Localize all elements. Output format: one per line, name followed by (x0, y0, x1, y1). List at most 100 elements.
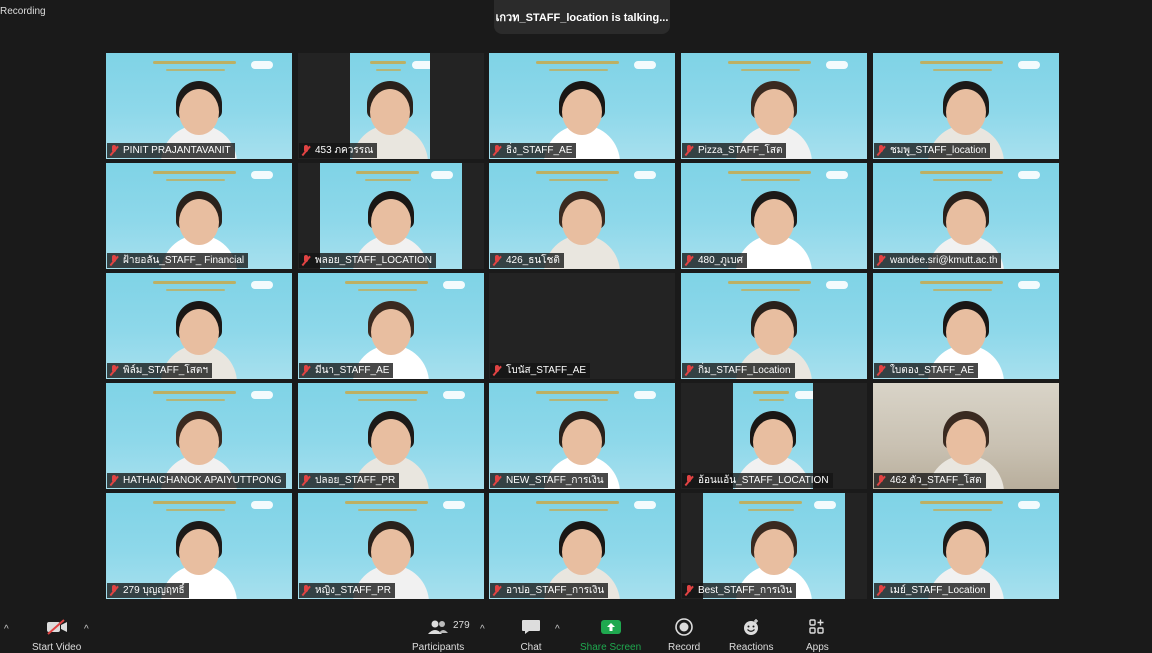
record-icon (673, 618, 695, 636)
banner-text-graphic (727, 171, 812, 174)
person-face (754, 529, 794, 575)
participant-name: 462 ตัว_STAFF_โสต (890, 475, 982, 486)
participant-name: กิ่ม_STAFF_Location (698, 365, 791, 376)
participant-tile[interactable]: พลอย_STAFF_LOCATION (298, 163, 484, 269)
banner-text-graphic (548, 399, 609, 401)
participant-tile[interactable]: PINIT PRAJANTAVANIT (106, 53, 292, 159)
participant-name-label: ฝ้ายอลัน_STAFF_ Financial (107, 253, 249, 268)
banner-text-graphic (152, 501, 237, 504)
participant-name: Best_STAFF_การเงิน (698, 585, 793, 596)
banner-text-graphic (165, 289, 226, 291)
banner-text-graphic (165, 399, 226, 401)
person-face (179, 199, 219, 245)
mic-muted-icon (684, 475, 694, 486)
participant-name: HATHAICHANOK APAIYUTTPONG (123, 475, 282, 486)
participant-tile[interactable]: ฝ้ายอลัน_STAFF_ Financial (106, 163, 292, 269)
banner-text-graphic (344, 501, 429, 504)
participant-tile[interactable]: 453 ภควรรณ (298, 53, 484, 159)
participant-tile[interactable]: 480_ภูเบศ (681, 163, 867, 269)
banner-text-graphic (740, 179, 801, 181)
banner-text-graphic (748, 509, 794, 511)
banner-logo-graphic (826, 281, 849, 289)
banner-logo-graphic (634, 501, 657, 509)
participant-tile[interactable]: ชมพู_STAFF_location (873, 53, 1059, 159)
banner-text-graphic (740, 69, 801, 71)
mic-muted-icon (301, 145, 311, 156)
banner-text-graphic (932, 509, 993, 511)
participant-name: พลอย_STAFF_LOCATION (315, 255, 433, 266)
mic-muted-icon (301, 475, 311, 486)
participant-tile[interactable]: พิล์ม_STAFF_โสตฯ (106, 273, 292, 379)
banner-logo-graphic (251, 391, 274, 399)
participant-tile[interactable]: มีนา_STAFF_AE (298, 273, 484, 379)
banner-logo-graphic (443, 501, 466, 509)
person-face (371, 529, 411, 575)
participant-name: 480_ภูเบศ (698, 255, 743, 266)
participant-name-label: 279 บุญญฤทธิ์ (107, 583, 189, 598)
participant-tile[interactable]: หญิง_STAFF_PR (298, 493, 484, 599)
banner-text-graphic (740, 289, 801, 291)
banner-text-graphic (727, 61, 812, 64)
mic-muted-icon (109, 255, 119, 266)
person-face (562, 529, 602, 575)
participant-tile[interactable]: อ้อนแอ้น_STAFF_LOCATION (681, 383, 867, 489)
banner-logo-graphic (443, 391, 466, 399)
participant-tile[interactable]: 279 บุญญฤทธิ์ (106, 493, 292, 599)
person-face (179, 419, 219, 465)
person-face (371, 309, 411, 355)
participant-name-label: ชมพู_STAFF_location (874, 143, 991, 158)
active-speaker-banner: เกวท_STAFF_location is talking... (494, 0, 670, 34)
mic-muted-icon (492, 475, 502, 486)
banner-text-graphic (165, 509, 226, 511)
participant-name: หญิง_STAFF_PR (315, 585, 391, 596)
participant-tile[interactable]: Best_STAFF_การเงิน (681, 493, 867, 599)
mic-muted-icon (109, 475, 119, 486)
participants-chevron-up-icon[interactable]: ^ (480, 624, 485, 635)
participant-tile[interactable]: HATHAICHANOK APAIYUTTPONG (106, 383, 292, 489)
banner-text-graphic (548, 509, 609, 511)
banner-text-graphic (919, 61, 1004, 64)
participant-name: ชมพู_STAFF_location (890, 145, 987, 156)
participant-tile[interactable]: NEW_STAFF_การเงิน (489, 383, 675, 489)
banner-logo-graphic (634, 61, 657, 69)
participant-name: 426_ธนโชติ (506, 255, 560, 266)
banner-text-graphic (165, 69, 226, 71)
participant-tile[interactable]: wandee.sri@kmutt.ac.th (873, 163, 1059, 269)
participant-tile[interactable]: Pizza_STAFF_โสต (681, 53, 867, 159)
person-face (562, 419, 602, 465)
participant-tile[interactable]: กิ่ม_STAFF_Location (681, 273, 867, 379)
participants-icon (427, 618, 449, 636)
participant-tile[interactable]: 462 ตัว_STAFF_โสต (873, 383, 1059, 489)
participant-name-label: พิล์ม_STAFF_โสตฯ (107, 363, 212, 378)
participant-tile[interactable]: 426_ธนโชติ (489, 163, 675, 269)
participant-name: โบนัส_STAFF_AE (506, 365, 587, 376)
participant-tile[interactable]: ใบตอง_STAFF_AE (873, 273, 1059, 379)
person-face (370, 89, 410, 135)
banner-text-graphic (535, 501, 620, 504)
video-options-chevron-up-icon[interactable]: ^ (84, 624, 89, 635)
participant-tile[interactable]: อาปอ_STAFF_การเงิน (489, 493, 675, 599)
banner-text-graphic (365, 179, 411, 181)
banner-text-graphic (919, 171, 1004, 174)
mic-muted-icon (876, 585, 886, 596)
person-face (179, 309, 219, 355)
participant-tile[interactable]: เมย์_STAFF_Location (873, 493, 1059, 599)
person-face (562, 199, 602, 245)
participant-name: ฝ้ายอลัน_STAFF_ Financial (123, 255, 245, 266)
participant-name: พิล์ม_STAFF_โสตฯ (123, 365, 208, 376)
banner-text-graphic (344, 281, 429, 284)
chat-chevron-up-icon[interactable]: ^ (555, 624, 560, 635)
participant-tile[interactable]: ธิ่ง_STAFF_AE (489, 53, 675, 159)
participant-name: NEW_STAFF_การเงิน (506, 475, 604, 486)
participant-name-label: โบนัส_STAFF_AE (490, 363, 591, 378)
participant-name-label: Best_STAFF_การเงิน (682, 583, 797, 598)
mic-muted-icon (684, 145, 694, 156)
person-face (754, 89, 794, 135)
banner-logo-graphic (430, 171, 453, 179)
participant-name: อ้อนแอ้น_STAFF_LOCATION (698, 475, 829, 486)
participant-tile[interactable]: โบนัส_STAFF_AE (489, 273, 675, 379)
participant-tile[interactable]: ปลอย_STAFF_PR (298, 383, 484, 489)
audio-options-chevron-up-icon[interactable]: ^ (4, 624, 9, 635)
banner-logo-graphic (634, 391, 657, 399)
banner-logo-graphic (412, 61, 430, 69)
